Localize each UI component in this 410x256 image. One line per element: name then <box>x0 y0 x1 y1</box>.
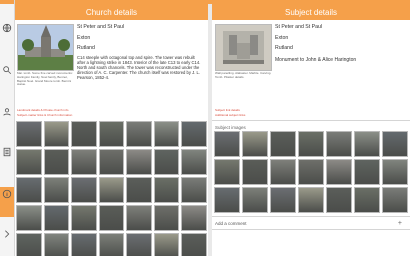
thumbnail-image[interactable] <box>181 205 207 231</box>
thumbnail-image[interactable] <box>270 159 296 185</box>
thumbnail-image[interactable] <box>382 131 408 157</box>
thumbnail-image[interactable] <box>382 159 408 185</box>
thumbnail-image[interactable] <box>181 177 207 203</box>
thumbnail-image[interactable] <box>98 121 125 147</box>
thumbnail-image[interactable] <box>242 187 268 213</box>
thumbnail-image[interactable] <box>153 121 180 147</box>
thumbnail-image[interactable] <box>98 233 125 256</box>
thumbnail-image[interactable] <box>43 177 70 203</box>
sidebar <box>0 0 15 256</box>
thumbnail-image[interactable] <box>354 159 380 185</box>
plus-icon[interactable]: + <box>398 220 402 227</box>
subject-link-a[interactable]: Subject link details <box>215 108 335 112</box>
church-link-b[interactable]: Subject-matter links & Church informatio… <box>17 113 137 117</box>
thumbnail-image[interactable] <box>71 121 97 147</box>
document-icon[interactable] <box>1 146 13 158</box>
church-details-header: Church details <box>15 4 208 20</box>
thumbnail-image[interactable] <box>298 187 324 213</box>
thumbnail-image[interactable] <box>71 233 97 256</box>
thumbnail-image[interactable] <box>242 131 268 157</box>
user-icon[interactable] <box>1 106 13 118</box>
thumbnail-image[interactable] <box>153 149 180 175</box>
thumbnail-image[interactable] <box>270 187 296 213</box>
thumbnail-image[interactable] <box>43 233 70 256</box>
church-photo[interactable] <box>17 24 74 71</box>
church-link-a[interactable]: Landmark details & Private church info <box>17 108 137 112</box>
subject-divider <box>212 120 410 121</box>
thumbnail-image[interactable] <box>126 121 152 147</box>
thumbnail-image[interactable] <box>270 131 296 157</box>
subject-details-header: Subject details <box>212 4 410 20</box>
thumbnail-image[interactable] <box>98 177 125 203</box>
search-icon[interactable] <box>1 64 13 76</box>
thumbnail-image[interactable] <box>298 131 324 157</box>
church-details-panel: Church details St Peter and St Paul Exto… <box>15 4 208 256</box>
thumbnail-image[interactable] <box>98 149 125 175</box>
subject-name: St Peter and St Paul <box>275 24 323 30</box>
thumbnail-image[interactable] <box>126 177 152 203</box>
church-photo-caption: Mar. tomb. Some fine carved monuments: H… <box>17 71 73 87</box>
thumbnail-image[interactable] <box>326 187 352 213</box>
thumbnail-image[interactable] <box>16 233 42 256</box>
thumbnail-image[interactable] <box>326 131 352 157</box>
sidebar-accent-top <box>0 0 14 4</box>
thumbnail-image[interactable] <box>214 159 240 185</box>
thumbnail-image[interactable] <box>153 233 180 256</box>
thumbnail-image[interactable] <box>71 177 97 203</box>
thumbnail-image[interactable] <box>126 233 152 256</box>
thumbnail-image[interactable] <box>153 177 180 203</box>
thumbnail-image[interactable] <box>126 149 152 175</box>
subject-county: Rutland <box>275 45 293 51</box>
church-name: St Peter and St Paul <box>77 24 125 30</box>
subject-link-b[interactable]: Additional subject links <box>215 113 335 117</box>
church-thumbnails <box>16 121 207 256</box>
thumbnail-image[interactable] <box>298 159 324 185</box>
thumbnail-image[interactable] <box>43 205 70 231</box>
thumbnail-image[interactable] <box>181 149 207 175</box>
subject-photo-caption: Wall panelling. Alabaster. Marble. Carvi… <box>215 71 272 79</box>
subject-place: Exton <box>275 35 289 41</box>
subject-photo[interactable] <box>215 24 272 71</box>
thumbnail-image[interactable] <box>214 187 240 213</box>
thumbnail-image[interactable] <box>16 177 42 203</box>
thumbnail-image[interactable] <box>354 187 380 213</box>
thumbnail-image[interactable] <box>214 131 240 157</box>
church-place: Exton <box>77 35 91 41</box>
info-icon[interactable] <box>1 188 13 200</box>
church-county: Rutland <box>77 45 95 51</box>
thumbnail-image[interactable] <box>153 205 180 231</box>
chevron-right-icon[interactable] <box>1 228 13 240</box>
globe-icon[interactable] <box>1 22 13 34</box>
thumbnail-image[interactable] <box>71 205 97 231</box>
subject-monument: Monument to John & Alice Harington <box>275 57 357 63</box>
subject-thumbnails <box>214 131 408 215</box>
thumbnail-image[interactable] <box>354 131 380 157</box>
thumbnail-image[interactable] <box>326 159 352 185</box>
church-description: C14 steeple with octagonal top and spire… <box>77 55 201 81</box>
thumbnail-image[interactable] <box>43 149 70 175</box>
thumbnail-image[interactable] <box>181 233 207 256</box>
thumbnail-image[interactable] <box>181 121 207 147</box>
thumbnail-image[interactable] <box>43 121 70 147</box>
add-comment-row[interactable]: Add a comment + <box>212 216 410 230</box>
subject-images-title: Subject images <box>215 125 246 130</box>
thumbnail-image[interactable] <box>16 121 42 147</box>
thumbnail-image[interactable] <box>382 187 408 213</box>
thumbnail-image[interactable] <box>126 205 152 231</box>
thumbnail-image[interactable] <box>16 149 42 175</box>
thumbnail-image[interactable] <box>71 149 97 175</box>
thumbnail-image[interactable] <box>98 205 125 231</box>
add-comment-label: Add a comment <box>215 220 247 226</box>
thumbnail-image[interactable] <box>16 205 42 231</box>
thumbnail-image[interactable] <box>242 159 268 185</box>
subject-details-panel: Subject details St Peter and St Paul Ext… <box>212 4 410 256</box>
